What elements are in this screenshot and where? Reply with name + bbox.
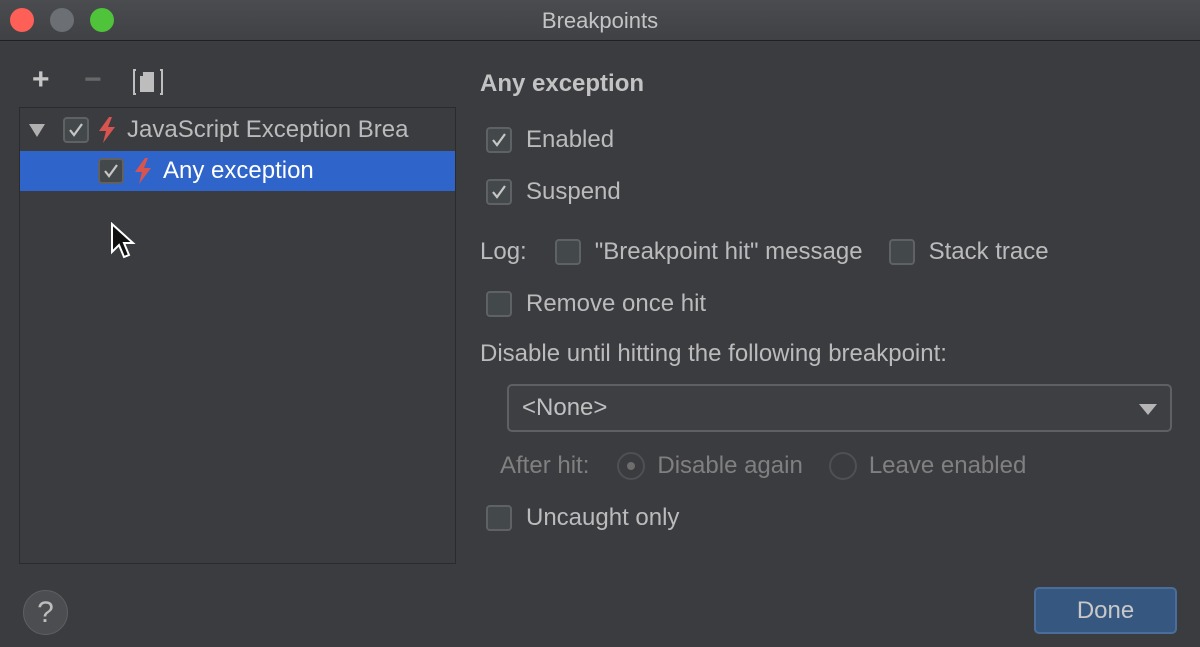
enabled-option[interactable]: Enabled [486, 126, 614, 154]
title-bar: Breakpoints [0, 0, 1200, 41]
tree-item-any-exception[interactable]: Any exception [20, 151, 455, 191]
remove-once-hit-checkbox[interactable] [486, 291, 512, 317]
stack-trace-label: Stack trace [928, 238, 1049, 265]
log-row: Log: "Breakpoint hit" message Stack trac… [480, 238, 1049, 266]
leave-enabled-label: Leave enabled [868, 452, 1027, 479]
leave-enabled-radio[interactable] [828, 452, 857, 480]
group-by-file-icon [133, 69, 163, 95]
checkmark-icon [492, 133, 506, 147]
checkmark-icon [104, 164, 118, 178]
group-by-file-button[interactable] [133, 69, 163, 95]
expand-arrow-icon[interactable] [29, 123, 45, 137]
disable-until-dropdown[interactable]: <None> [507, 384, 1172, 432]
tree-item-javascript-exception-breakpoints[interactable]: JavaScript Exception Brea [20, 110, 455, 150]
after-hit-row: After hit: Disable again Leave enabled [500, 452, 1026, 480]
log-message-checkbox[interactable] [554, 239, 581, 265]
lightning-bolt-icon [99, 117, 115, 143]
dropdown-value: <None> [522, 394, 608, 421]
add-breakpoint-button[interactable]: + [32, 65, 50, 95]
lightning-bolt-icon [135, 158, 151, 184]
stack-trace-checkbox[interactable] [888, 239, 915, 265]
remove-once-hit-label: Remove once hit [526, 290, 707, 317]
enabled-label: Enabled [526, 126, 615, 153]
breakpoint-heading: Any exception [480, 70, 645, 97]
tree-item-checkbox[interactable] [98, 158, 124, 184]
after-hit-label: After hit: [500, 452, 590, 479]
uncaught-only-checkbox[interactable] [486, 505, 512, 531]
mouse-cursor-icon [111, 222, 136, 259]
uncaught-only-label: Uncaught only [526, 504, 680, 531]
dialog-content: + − JavaScript Exception Brea Any except… [0, 42, 1200, 647]
checkmark-icon [69, 123, 83, 137]
disable-again-label: Disable again [657, 452, 803, 479]
dropdown-arrow-icon [1139, 404, 1157, 415]
suspend-checkbox[interactable] [486, 179, 512, 205]
log-message-label: "Breakpoint hit" message [594, 238, 863, 265]
log-label: Log: [480, 238, 527, 265]
disable-again-radio[interactable] [617, 452, 646, 480]
tree-item-label: Any exception [163, 157, 314, 184]
breakpoints-tree[interactable]: JavaScript Exception Brea Any exception [19, 107, 456, 564]
done-button[interactable]: Done [1034, 587, 1177, 634]
checkmark-icon [492, 185, 506, 199]
tree-item-checkbox[interactable] [63, 117, 89, 143]
remove-breakpoint-button[interactable]: − [84, 65, 102, 95]
tree-item-label: JavaScript Exception Brea [127, 116, 409, 143]
help-button[interactable]: ? [23, 590, 68, 635]
window-title: Breakpoints [541, 8, 659, 33]
remove-once-hit-option[interactable]: Remove once hit [486, 290, 706, 318]
suspend-label: Suspend [526, 178, 621, 205]
suspend-option[interactable]: Suspend [486, 178, 621, 206]
uncaught-only-option[interactable]: Uncaught only [486, 504, 679, 532]
enabled-checkbox[interactable] [486, 127, 512, 153]
disable-until-label: Disable until hitting the following brea… [480, 340, 947, 367]
